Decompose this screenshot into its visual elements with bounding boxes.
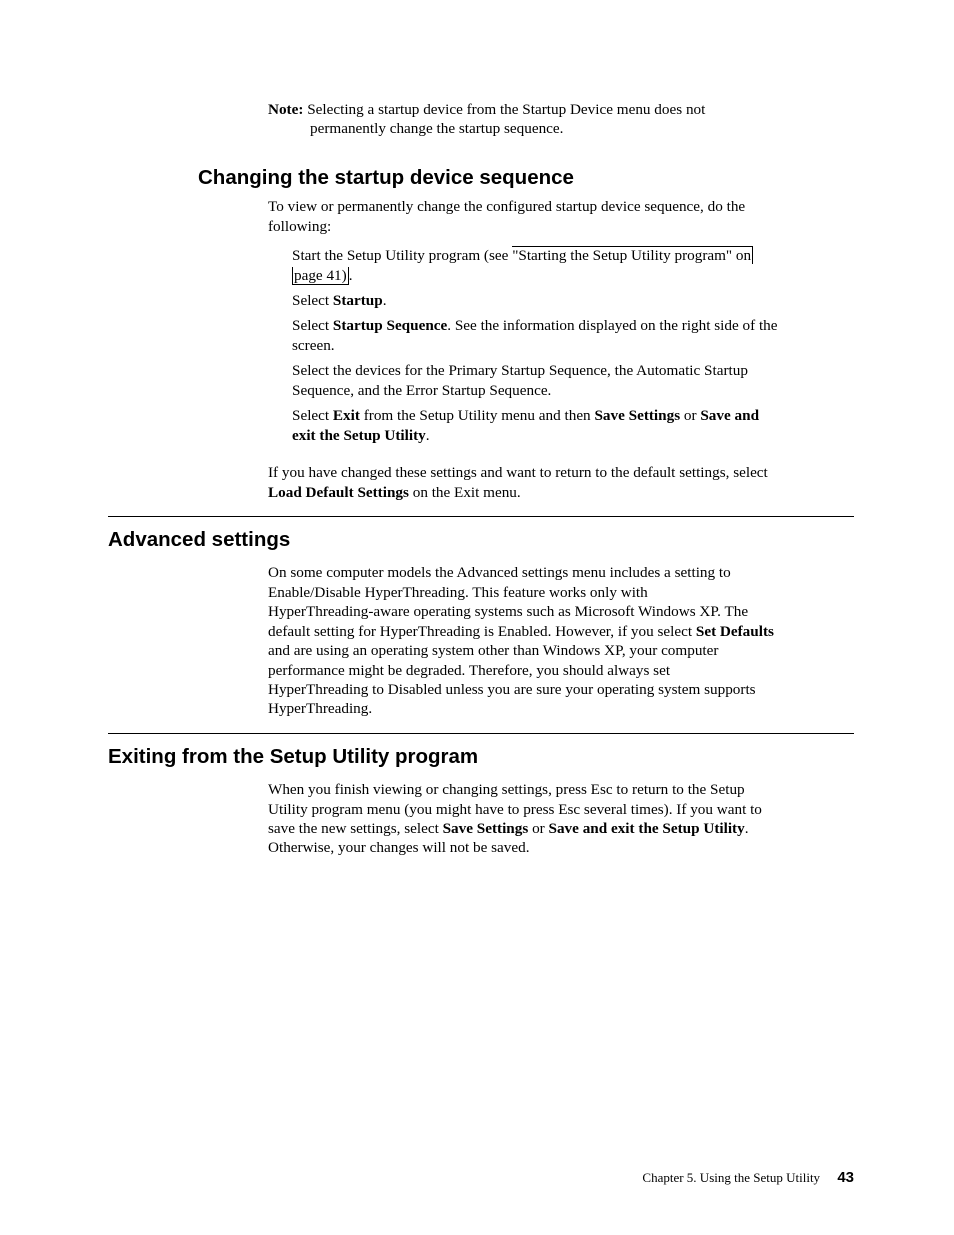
step-text: . bbox=[383, 292, 387, 309]
page-footer: Chapter 5. Using the Setup Utility 43 bbox=[642, 1168, 854, 1187]
note-text-line2: permanently change the startup sequence. bbox=[310, 119, 854, 138]
body-text: HyperThreading-aware operating systems s… bbox=[268, 603, 748, 620]
step-text: Select bbox=[292, 317, 333, 334]
section-body: When you finish viewing or changing sett… bbox=[268, 780, 854, 858]
body-text: default setting for HyperThreading is En… bbox=[268, 623, 696, 640]
cross-reference-link[interactable]: "Starting the Setup Utility program" on bbox=[512, 246, 753, 264]
body-text: . bbox=[745, 820, 749, 837]
step-text: . bbox=[349, 267, 353, 284]
bold-term: Save and exit the Setup Utility bbox=[549, 820, 745, 837]
section-divider bbox=[108, 516, 854, 517]
ordered-steps: Start the Setup Utility program (see "St… bbox=[292, 246, 854, 445]
bold-term: Exit bbox=[333, 407, 360, 424]
bold-term: Save Settings bbox=[443, 820, 529, 837]
note-text-line1: Selecting a startup device from the Star… bbox=[307, 101, 705, 118]
step-text: Start the Setup Utility program (see bbox=[292, 247, 512, 264]
bold-term: Startup Sequence bbox=[333, 317, 447, 334]
list-item: Start the Setup Utility program (see "St… bbox=[292, 246, 854, 285]
list-item: Select Startup. bbox=[292, 291, 854, 310]
step-text: from the Setup Utility menu and then bbox=[360, 407, 595, 424]
body-text: on the Exit menu. bbox=[409, 484, 521, 501]
step-text: Select bbox=[292, 292, 333, 309]
step-text: or bbox=[680, 407, 700, 424]
body-text: save the new settings, select bbox=[268, 820, 443, 837]
body-text: performance might be degraded. Therefore… bbox=[268, 662, 670, 679]
body-text: If you have changed these settings and w… bbox=[268, 464, 768, 481]
step-text: screen. bbox=[292, 337, 335, 354]
body-text: following: bbox=[268, 218, 331, 235]
section-body: To view or permanently change the config… bbox=[268, 197, 854, 236]
cross-reference-link[interactable]: page 41) bbox=[292, 267, 349, 285]
bold-term: exit the Setup Utility bbox=[292, 427, 426, 444]
heading-advanced-settings: Advanced settings bbox=[108, 527, 854, 553]
body-text: HyperThreading. bbox=[268, 700, 372, 717]
body-text: To view or permanently change the config… bbox=[268, 198, 745, 215]
heading-exiting-setup: Exiting from the Setup Utility program bbox=[108, 744, 854, 770]
body-text: Utility program menu (you might have to … bbox=[268, 801, 762, 818]
body-text: When you finish viewing or changing sett… bbox=[268, 781, 745, 798]
step-text: Sequence, and the Error Startup Sequence… bbox=[292, 382, 551, 399]
body-text: and are using an operating system other … bbox=[268, 642, 718, 659]
step-text: Select the devices for the Primary Start… bbox=[292, 362, 748, 379]
bold-term: Startup bbox=[333, 292, 383, 309]
heading-changing-startup: Changing the startup device sequence bbox=[198, 165, 854, 191]
page: Note: Selecting a startup device from th… bbox=[0, 0, 954, 1235]
section-divider bbox=[108, 733, 854, 734]
list-item: Select Startup Sequence. See the informa… bbox=[292, 316, 854, 355]
bold-term: Load Default Settings bbox=[268, 484, 409, 501]
note-label: Note: bbox=[268, 101, 303, 118]
page-number: 43 bbox=[837, 1169, 854, 1186]
body-text: or bbox=[528, 820, 548, 837]
list-item: Select the devices for the Primary Start… bbox=[292, 361, 854, 400]
footer-chapter: Chapter 5. Using the Setup Utility bbox=[642, 1170, 820, 1185]
note-block: Note: Selecting a startup device from th… bbox=[268, 100, 854, 139]
bold-term: Save Settings bbox=[594, 407, 680, 424]
step-text: . bbox=[426, 427, 430, 444]
section-body: If you have changed these settings and w… bbox=[268, 463, 854, 502]
step-text: . See the information displayed on the r… bbox=[447, 317, 777, 334]
step-text: Select bbox=[292, 407, 333, 424]
bold-term: Set Defaults bbox=[696, 623, 774, 640]
body-text: Otherwise, your changes will not be save… bbox=[268, 839, 530, 856]
section-body: On some computer models the Advanced set… bbox=[268, 563, 854, 719]
list-item: Select Exit from the Setup Utility menu … bbox=[292, 406, 854, 445]
body-text: On some computer models the Advanced set… bbox=[268, 564, 731, 581]
body-text: Enable/Disable HyperThreading. This feat… bbox=[268, 584, 648, 601]
body-text: HyperThreading to Disabled unless you ar… bbox=[268, 681, 756, 698]
bold-term: Save and bbox=[700, 407, 759, 424]
